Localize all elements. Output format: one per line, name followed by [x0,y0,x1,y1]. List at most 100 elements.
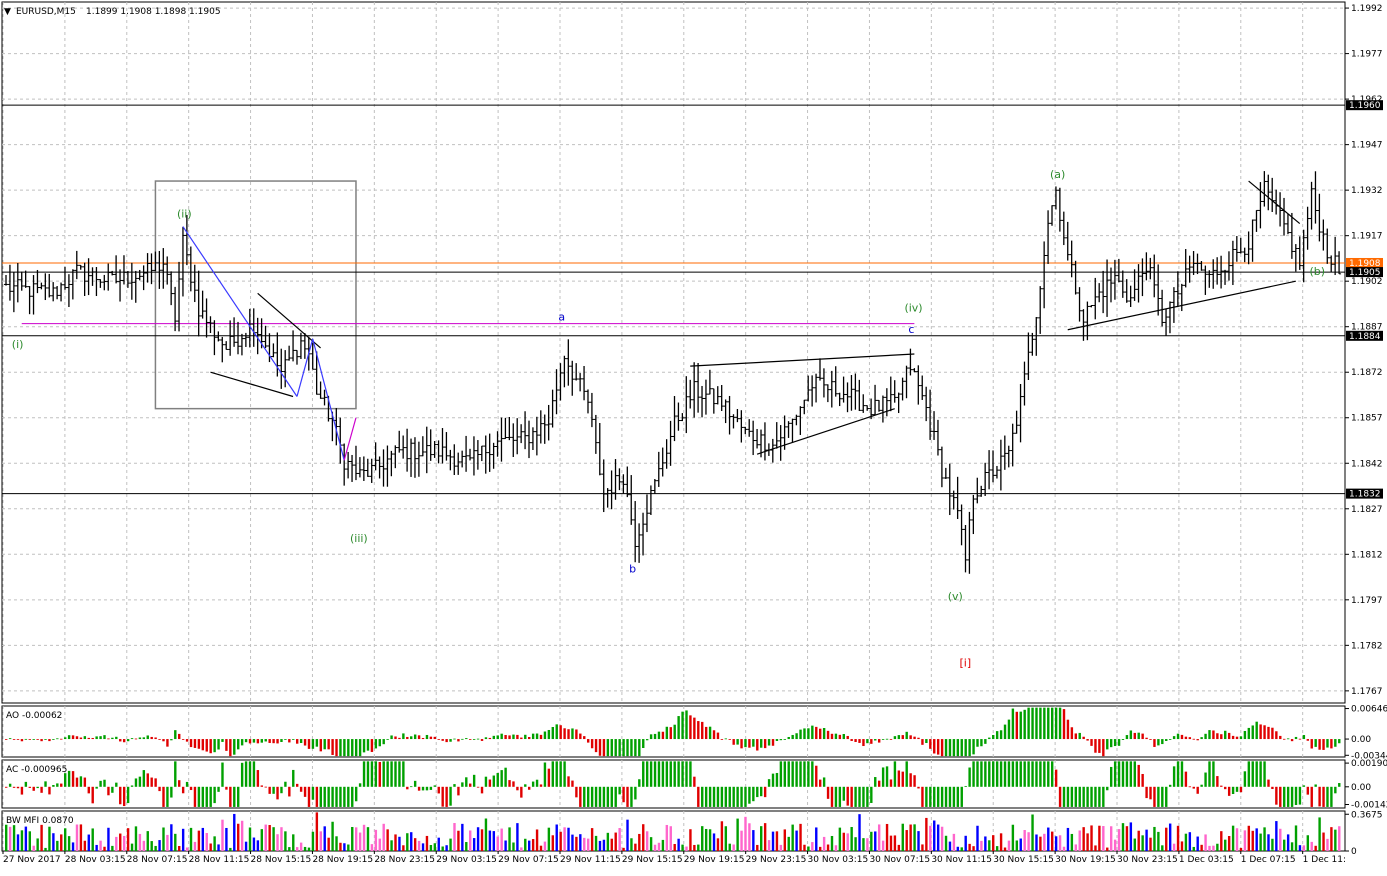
ac-bar [1200,784,1203,787]
ac-bar [858,786,861,807]
ac-bar [1310,786,1313,807]
ao-bar [252,739,256,743]
ao-bar [362,739,366,753]
collapse-triangle-icon[interactable]: ▼ [4,7,11,17]
ac-bar [704,786,708,807]
ac-bar [394,761,397,787]
ac-bar [846,786,849,806]
wave-label[interactable]: c [908,323,914,336]
wave-label[interactable]: (iv) [904,302,922,315]
mfi-bar [1204,834,1207,851]
ao-bar [1015,711,1019,740]
ac-bar [956,786,960,807]
ac-bar [307,786,311,807]
wave-label[interactable]: b [629,563,636,576]
ac-bar [736,786,739,807]
ac-bar [885,766,889,787]
y-tick-label: 1.1842 [1351,459,1383,469]
ac-bar [472,774,476,787]
ac-bar [138,776,142,787]
ao-bar [111,737,114,740]
y-tick-label: 1.1767 [1351,687,1383,697]
mfi-bar [818,846,822,851]
ao-bar [834,733,838,740]
mfi-bar [1338,826,1341,851]
mfi-bar [535,829,539,851]
ac-bar [1121,761,1125,787]
mfi-bar [331,821,334,851]
wave-label[interactable]: (ii) [177,207,192,220]
mfi-bar [665,824,669,851]
ac-bar [480,786,484,794]
ao-bar [1306,739,1310,741]
ac-bar [1330,786,1333,807]
mfi-bar [815,827,818,851]
ao-bar [972,739,975,755]
mfi-bar [441,846,444,851]
ao-bar [378,739,381,747]
y-tick-label: 1.1872 [1351,368,1383,378]
ao-bar [925,739,928,744]
mfi-bar [1247,825,1251,851]
ac-bar [1334,786,1337,794]
ac-bar [351,786,354,807]
wave-label[interactable]: (a) [1050,168,1065,181]
mfi-bar [913,824,916,851]
ao-bar [417,735,421,740]
ao-bar [917,737,920,740]
ac-bar [803,761,806,787]
ao-bar [697,721,700,740]
ao-bar [83,736,87,740]
mfi-bar [402,845,405,851]
chart-canvas[interactable]: 1.19921.19771.19621.19471.19321.19171.19… [0,0,1387,872]
mt4-chart-window[interactable]: 1.1992 1.1977 1.1962 1.1947 1.1932 1.1917 1.19… [0,0,1387,872]
ao-bar [921,739,924,745]
mfi-bar [413,838,417,851]
mfi-bar [417,840,421,851]
wave-label[interactable]: (i) [12,338,24,351]
ao-bar [1271,727,1274,740]
ao-bar [543,731,547,740]
mfi-bar [1330,827,1333,851]
ac-bar [1039,761,1042,787]
mfi-bar [653,844,657,851]
ac-bar [437,786,440,794]
wave-label[interactable]: [i] [959,657,971,670]
wave-label[interactable]: (b) [1309,265,1325,278]
ac-bar [24,781,28,787]
ohlc-readout: 1.1899 1.1908 1.1898 1.1905 [86,7,221,17]
mfi-bar [567,827,570,851]
mfi-bar [240,820,244,851]
ac-bar [1263,761,1266,787]
mfi-bar [1125,826,1129,851]
ac-bar [913,775,916,787]
mfi-bar [638,833,641,851]
x-tick-label: 29 Nov 23:15 [746,855,807,865]
wave-label[interactable]: (iii) [350,532,368,545]
ao-bar [681,711,684,740]
wave-label[interactable]: (v) [948,590,963,603]
ao-bar [472,739,476,740]
ac-bar [779,761,783,787]
mfi-bar [740,830,743,851]
mfi-bar [272,827,275,851]
ao-bar [453,738,456,740]
wave-label[interactable]: a [558,311,565,324]
ac-bar [1279,786,1282,807]
ao-bar [1204,733,1207,740]
ao-bar [1153,739,1156,747]
ao-bar [1184,736,1188,740]
ac-bar [150,777,153,787]
ao-bar [842,734,845,740]
ac-bar [358,783,362,787]
ao-bar [756,739,759,751]
ao-bar [335,739,338,757]
ac-bar [952,786,956,807]
mfi-bar [264,824,267,851]
ac-bar [524,784,527,787]
mfi-bar [708,829,712,851]
ac-bar [1117,761,1121,787]
mfi-bar [649,837,653,851]
ao-bar [645,739,649,741]
ao-bar [1200,737,1203,740]
